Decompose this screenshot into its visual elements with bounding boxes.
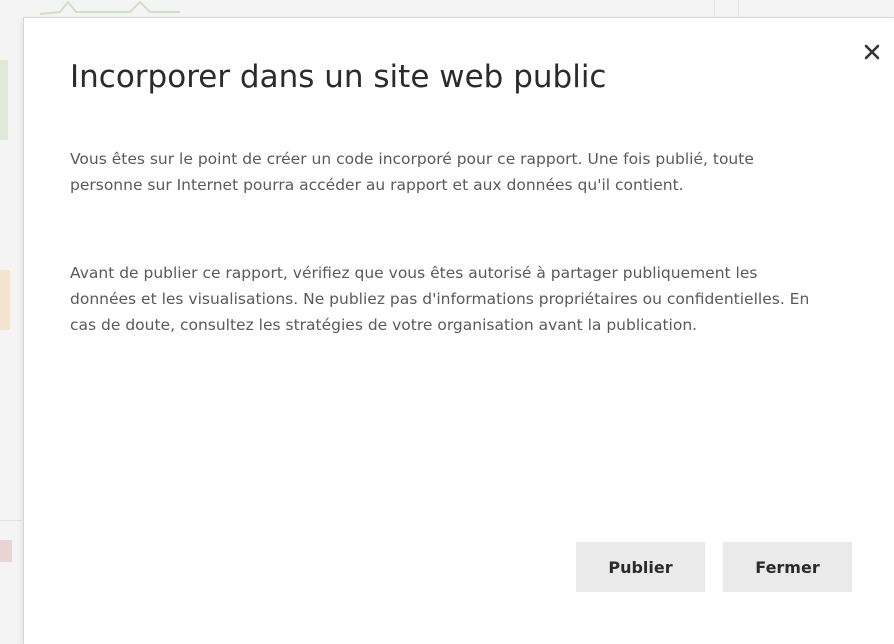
publish-button[interactable]: Publier	[576, 542, 705, 592]
background-sparkline	[40, 0, 180, 15]
background-visual-fragment	[0, 540, 12, 562]
warning-paragraph: Vous êtes sur le point de créer un code …	[70, 150, 754, 194]
background-gridline	[714, 0, 715, 18]
background-gridline	[738, 0, 739, 18]
background-visual-fragment	[0, 270, 10, 330]
close-dialog-button[interactable]	[860, 40, 884, 64]
close-icon[interactable]	[860, 40, 884, 64]
guidance-paragraph: Avant de publier ce rapport, vérifiez qu…	[70, 264, 810, 334]
embed-public-website-dialog: Incorporer dans un site web public Vous …	[24, 18, 894, 644]
background-visual-fragment	[0, 60, 8, 140]
dialog-title: Incorporer dans un site web public	[70, 59, 607, 95]
close-button[interactable]: Fermer	[723, 542, 852, 592]
background-gridline	[0, 520, 24, 521]
